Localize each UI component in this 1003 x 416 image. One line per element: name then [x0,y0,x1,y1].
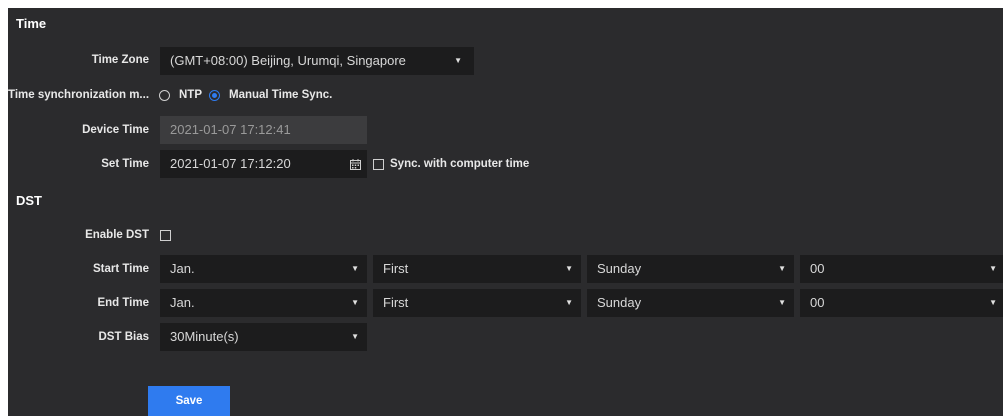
caret-down-icon: ▼ [565,264,573,273]
section-title-dst: DST [16,193,42,208]
start-day-value: Sunday [597,261,642,276]
device-time-field: 2021-01-07 17:12:41 [160,116,367,144]
dst-bias-label: DST Bias [98,331,150,343]
start-month-value: Jan. [170,261,195,276]
section-title-time: Time [16,16,47,31]
start-month-select[interactable]: Jan. ▼ [160,255,367,283]
start-day-select[interactable]: Sunday ▼ [587,255,794,283]
enable-dst-checkbox[interactable] [160,230,171,241]
caret-down-icon: ▼ [351,332,359,341]
caret-down-icon: ▼ [989,298,997,307]
time-zone-select[interactable]: (GMT+08:00) Beijing, Urumqi, Singapore ▼ [160,47,474,75]
start-hour-select[interactable]: 00 ▼ [800,255,1003,283]
start-time-label: Start Time [92,263,149,275]
caret-down-icon: ▼ [778,298,786,307]
end-week-value: First [383,295,409,310]
caret-down-icon: ▼ [565,298,573,307]
start-week-value: First [383,261,409,276]
device-time-label: Device Time [82,124,149,136]
time-zone-label: Time Zone [91,54,149,66]
end-hour-select[interactable]: 00 ▼ [800,289,1003,317]
caret-down-icon: ▼ [989,264,997,273]
ntp-radio[interactable] [159,90,170,101]
end-day-select[interactable]: Sunday ▼ [587,289,794,317]
manual-sync-radio-label: Manual Time Sync. [229,89,333,101]
time-zone-value: (GMT+08:00) Beijing, Urumqi, Singapore [170,53,406,68]
sync-computer-checkbox[interactable] [373,159,384,170]
end-month-value: Jan. [170,295,195,310]
start-week-select[interactable]: First ▼ [373,255,581,283]
set-time-value: 2021-01-07 17:12:20 [170,156,291,171]
ntp-radio-label: NTP [179,89,202,101]
caret-down-icon: ▼ [351,298,359,307]
end-month-select[interactable]: Jan. ▼ [160,289,367,317]
end-week-select[interactable]: First ▼ [373,289,581,317]
manual-sync-radio[interactable] [209,90,220,101]
end-hour-value: 00 [810,295,825,310]
set-time-input[interactable]: 2021-01-07 17:12:20 [160,150,367,178]
caret-down-icon: ▼ [454,56,462,65]
caret-down-icon: ▼ [351,264,359,273]
sync-mode-label: Time synchronization m... [8,89,150,101]
time-settings-panel: Time Time Zone (GMT+08:00) Beijing, Urum… [8,8,1003,416]
device-time-value: 2021-01-07 17:12:41 [170,122,291,137]
start-hour-value: 00 [810,261,825,276]
set-time-label: Set Time [101,158,149,170]
dst-bias-value: 30Minute(s) [170,329,239,344]
sync-computer-label: Sync. with computer time [390,158,530,170]
dst-bias-select[interactable]: 30Minute(s) ▼ [160,323,367,351]
caret-down-icon: ▼ [778,264,786,273]
end-time-label: End Time [97,297,149,309]
end-day-value: Sunday [597,295,642,310]
save-button[interactable]: Save [148,386,230,416]
enable-dst-label: Enable DST [85,229,149,241]
calendar-icon[interactable] [350,159,361,170]
